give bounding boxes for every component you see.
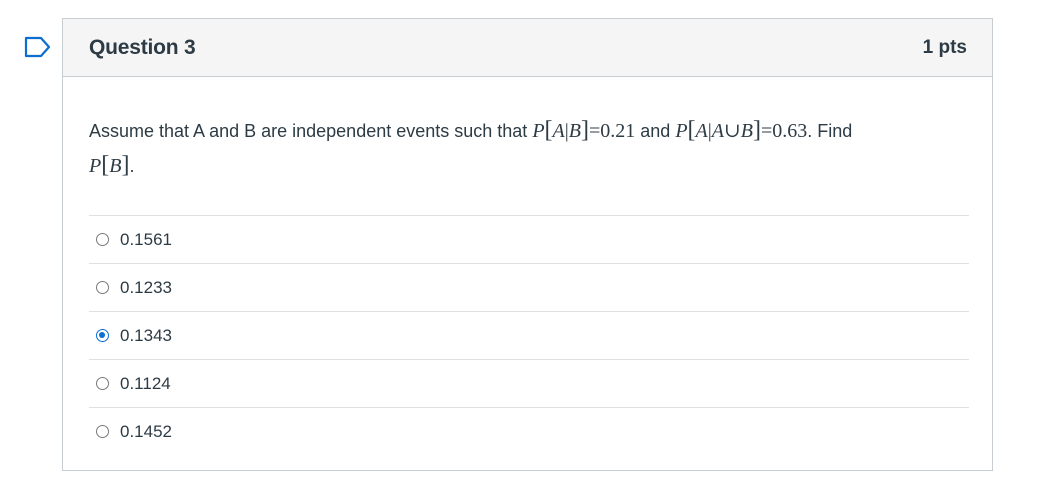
question-text-intro: Assume that A and B are independent even… bbox=[89, 121, 533, 141]
radio-button[interactable] bbox=[96, 329, 109, 342]
question-text-find: . Find bbox=[807, 121, 853, 141]
answer-list: 0.1561 0.1233 0.1343 0.1124 0.1452 bbox=[89, 215, 969, 455]
formula-conditional-a-given-union: P[A|A∪B]=0.63 bbox=[675, 117, 808, 143]
answer-option[interactable]: 0.1124 bbox=[89, 359, 969, 407]
question-text: Assume that A and B are independent even… bbox=[89, 113, 949, 183]
answer-option[interactable]: 0.1343 bbox=[89, 311, 969, 359]
radio-button[interactable] bbox=[96, 377, 109, 390]
answer-option[interactable]: 0.1561 bbox=[89, 215, 969, 263]
flag-question-icon[interactable] bbox=[24, 36, 52, 58]
answer-label: 0.1452 bbox=[120, 421, 172, 441]
answer-option[interactable]: 0.1233 bbox=[89, 263, 969, 311]
radio-button[interactable] bbox=[96, 281, 109, 294]
question-body: Assume that A and B are independent even… bbox=[63, 77, 992, 455]
question-title: Question 3 bbox=[89, 35, 196, 59]
answer-label: 0.1233 bbox=[120, 277, 172, 297]
answer-label: 0.1343 bbox=[120, 325, 172, 345]
question-points: 1 pts bbox=[922, 36, 967, 58]
question-card: Question 3 1 pts Assume that A and B are… bbox=[62, 18, 993, 471]
formula-value-2: 0.63 bbox=[772, 120, 808, 142]
formula-probability-b: P[B] bbox=[89, 152, 130, 178]
formula-value-1: 0.21 bbox=[600, 120, 636, 142]
answer-option[interactable]: 0.1452 bbox=[89, 407, 969, 455]
radio-button[interactable] bbox=[96, 233, 109, 246]
radio-button[interactable] bbox=[96, 425, 109, 438]
question-header: Question 3 1 pts bbox=[63, 19, 992, 77]
quiz-page: Question 3 1 pts Assume that A and B are… bbox=[0, 0, 1046, 492]
question-text-end: . bbox=[129, 156, 135, 176]
answer-label: 0.1124 bbox=[120, 373, 171, 393]
question-text-and: and bbox=[635, 121, 676, 141]
answer-label: 0.1561 bbox=[120, 229, 172, 249]
formula-conditional-a-given-b: P[A|B]=0.21 bbox=[532, 117, 636, 143]
